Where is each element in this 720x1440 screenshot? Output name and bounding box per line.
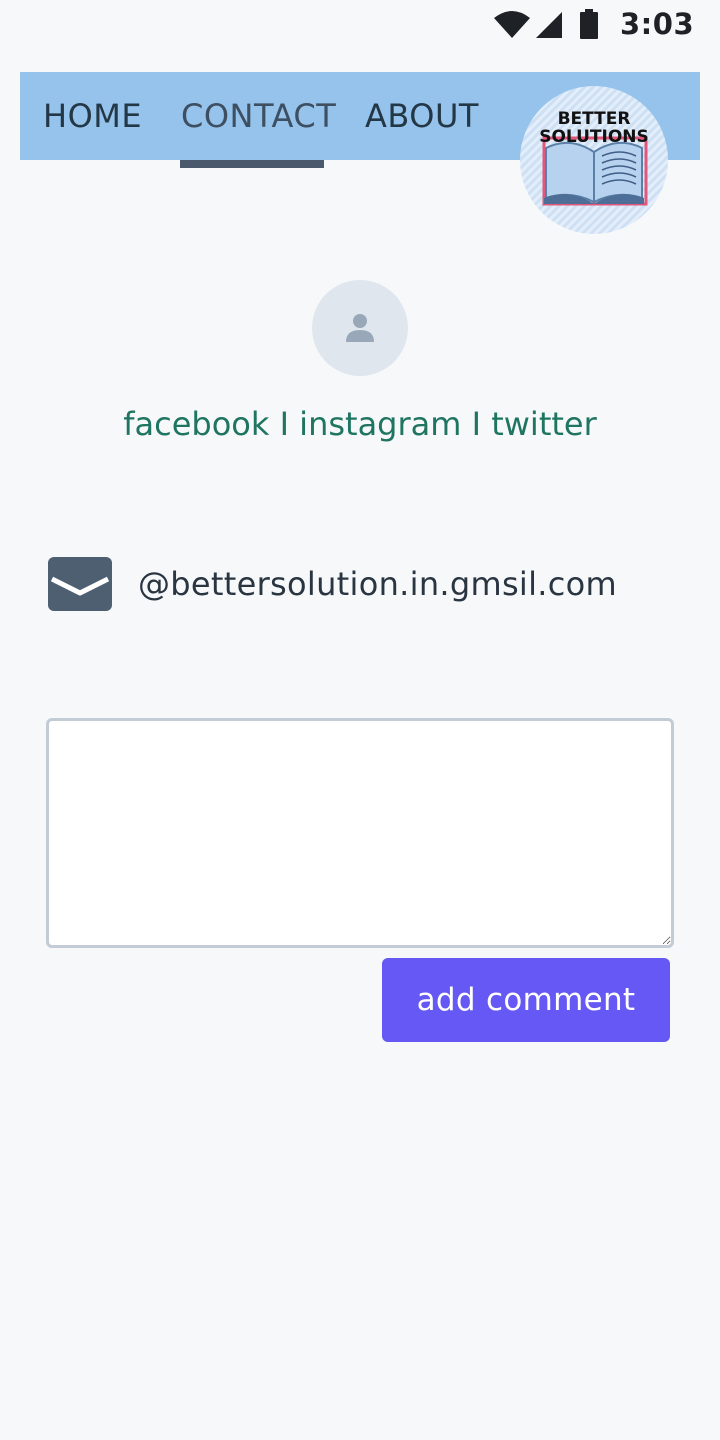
avatar[interactable] [312, 280, 408, 376]
status-time: 3:03 [620, 7, 695, 41]
active-tab-indicator [180, 160, 324, 168]
battery-icon [580, 9, 598, 39]
better-solutions-logo[interactable]: BETTER SOLUTIONS [520, 86, 668, 234]
cellular-signal-icon [536, 12, 562, 38]
comment-input[interactable] [46, 718, 674, 948]
wifi-icon [494, 11, 530, 38]
link-separator: I [471, 405, 482, 443]
logo-line1: BETTER [558, 109, 631, 129]
logo-line2: SOLUTIONS [539, 127, 649, 147]
user-icon [346, 314, 374, 342]
envelope-icon [48, 557, 112, 611]
email-address[interactable]: @bettersolution.in.gmsil.com [138, 560, 617, 608]
nav-item-home[interactable]: HOME [43, 72, 142, 160]
add-comment-button[interactable]: add comment [382, 958, 670, 1042]
instagram-link[interactable]: instagram [299, 405, 461, 443]
nav-item-about[interactable]: ABOUT [365, 72, 479, 160]
nav-item-contact[interactable]: CONTACT [181, 72, 336, 160]
status-bar: 3:03 [0, 0, 720, 48]
twitter-link[interactable]: twitter [491, 405, 597, 443]
link-separator: I [279, 405, 289, 443]
facebook-link[interactable]: facebook [123, 405, 269, 443]
social-links: facebook I instagram I twitter [0, 400, 720, 448]
